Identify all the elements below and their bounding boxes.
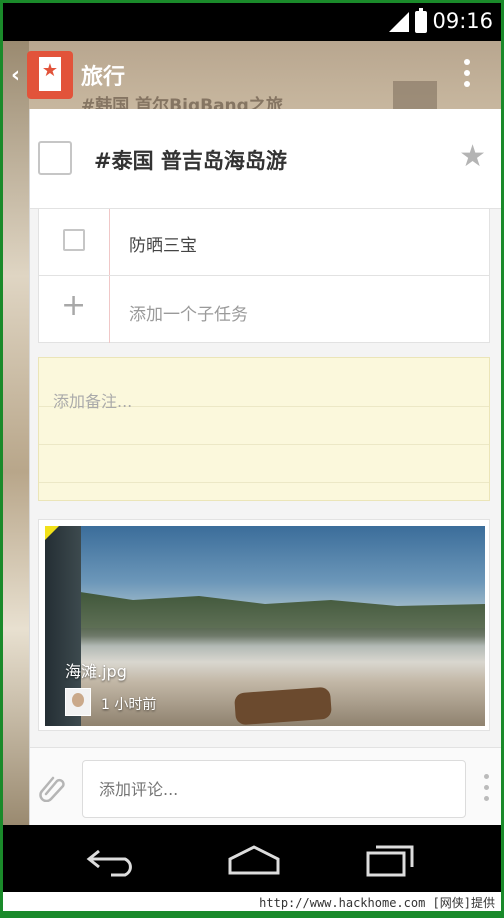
task-title[interactable]: #泰国 普吉岛海岛游 xyxy=(94,145,287,175)
comment-input[interactable] xyxy=(82,760,466,818)
comment-bar xyxy=(30,747,501,825)
status-time: 09:16 xyxy=(432,9,493,33)
overflow-menu-icon[interactable] xyxy=(463,59,471,91)
signal-icon xyxy=(389,12,409,32)
watermark-footer: http://www.hackhome.com [网侠]提供 xyxy=(3,892,501,911)
note-rule xyxy=(39,482,489,483)
comment-options-icon[interactable] xyxy=(484,774,490,804)
nav-home-icon[interactable] xyxy=(227,843,281,877)
logo-star-icon: ★ xyxy=(41,60,59,81)
beach-photo[interactable]: 海滩.jpg 1 小时前 xyxy=(45,526,485,726)
file-name: 海滩.jpg xyxy=(65,662,127,681)
new-file-corner-flag xyxy=(45,526,59,540)
battery-icon xyxy=(415,8,427,33)
task-detail-panel: #泰国 普吉岛海岛游 ★ 防晒三宝 + 添加一个子任务 添加备注... 海滩.j… xyxy=(29,109,501,825)
photo-log xyxy=(234,686,332,726)
subtask-label[interactable]: 防晒三宝 xyxy=(129,231,197,256)
list-title: 旅行 xyxy=(81,65,126,90)
star-icon[interactable]: ★ xyxy=(459,139,486,174)
add-subtask-row[interactable]: + 添加一个子任务 xyxy=(39,276,489,343)
app-screen: 09:16 ‹ ★ 旅行 #韩国 首尔BigBang之旅 #泰国 普吉岛海岛游 … xyxy=(3,3,501,911)
paperclip-icon[interactable] xyxy=(38,772,66,802)
note-placeholder[interactable]: 添加备注... xyxy=(53,388,132,412)
subtask-list: 防晒三宝 + 添加一个子任务 xyxy=(38,209,490,343)
system-nav-bar xyxy=(3,825,501,895)
task-header: #泰国 普吉岛海岛游 ★ xyxy=(30,109,501,209)
file-attachment-card[interactable]: 海滩.jpg 1 小时前 xyxy=(38,519,490,731)
nav-recent-icon[interactable] xyxy=(365,843,415,877)
task-complete-checkbox[interactable] xyxy=(38,141,72,175)
note-rule xyxy=(39,444,489,445)
subtask-row: 防晒三宝 xyxy=(39,209,489,276)
add-subtask-input[interactable]: 添加一个子任务 xyxy=(129,300,248,325)
watermark-text: http://www.hackhome.com [网侠]提供 xyxy=(259,896,495,910)
avatar xyxy=(65,688,91,716)
background-thumbnail xyxy=(393,81,437,109)
back-chevron-icon[interactable]: ‹ xyxy=(11,63,20,88)
status-bar: 09:16 xyxy=(3,3,501,41)
list-edge-strip xyxy=(3,41,29,825)
file-timestamp: 1 小时前 xyxy=(101,697,157,713)
nav-back-icon[interactable] xyxy=(85,843,141,877)
photo-hills xyxy=(45,592,485,628)
wunderlist-logo-icon[interactable]: ★ xyxy=(27,51,73,99)
note-area[interactable]: 添加备注... xyxy=(38,357,490,501)
plus-icon[interactable]: + xyxy=(61,288,86,323)
subtask-checkbox[interactable] xyxy=(63,229,85,251)
